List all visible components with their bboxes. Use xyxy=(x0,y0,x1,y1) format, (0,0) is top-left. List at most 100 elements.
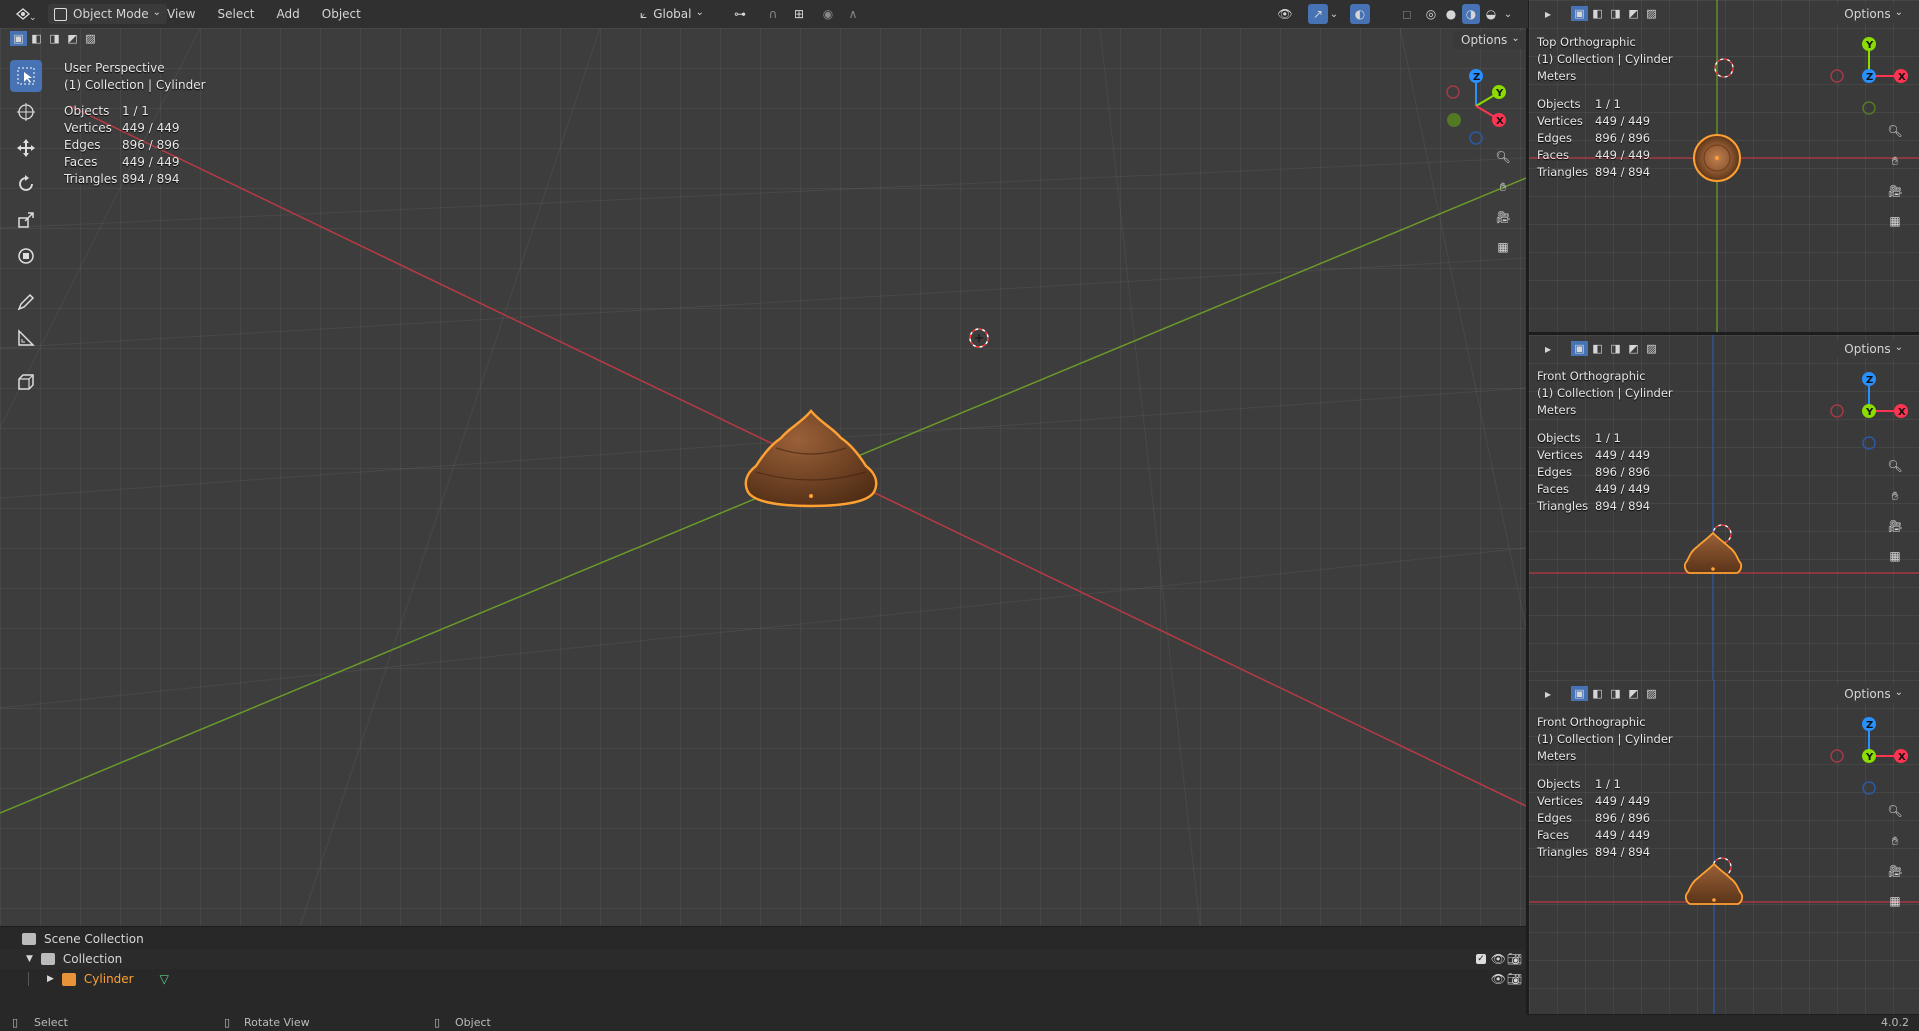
select-extend-icon[interactable]: ◧ xyxy=(1589,341,1606,356)
rendered-shading-icon[interactable]: ◒ xyxy=(1482,4,1500,24)
material-shading-icon[interactable]: ◑ xyxy=(1462,4,1480,24)
zoom-icon[interactable]: 🔍︎ xyxy=(1884,120,1906,142)
menu-select[interactable]: Select xyxy=(217,7,254,21)
front-ortho-viewport-2[interactable]: ▸ ▣ ◧ ◨ ◩ ▨ Options Front Orthographic (… xyxy=(1529,680,1919,1014)
select-mode-buttons: ▣ ◧ ◨ ◩ ▨ xyxy=(10,31,99,46)
select-extend-icon[interactable]: ◧ xyxy=(1589,686,1606,701)
select-new-icon[interactable]: ▣ xyxy=(1571,686,1588,701)
front-options-button-2[interactable]: Options xyxy=(1836,685,1911,703)
pivot-point-button[interactable]: ⊶ xyxy=(726,5,754,23)
expand-arrow-icon[interactable]: ▶ xyxy=(47,974,54,984)
scale-tool[interactable] xyxy=(10,204,42,236)
viewport-type-icon[interactable]: ▸ xyxy=(1539,340,1557,358)
wireframe-shading-icon[interactable]: ◎ xyxy=(1422,4,1440,24)
collapse-arrow-icon[interactable]: ▼ xyxy=(26,954,33,964)
hand-pan-icon[interactable]: ✋︎ xyxy=(1884,830,1906,852)
zoom-icon[interactable]: 🔍︎ xyxy=(1492,146,1514,168)
select-invert-icon[interactable]: ◩ xyxy=(1625,686,1642,701)
outliner-object-row[interactable]: ▶ Cylinder ▽ 👁 📷︎ xyxy=(0,969,1526,989)
menu-add[interactable]: Add xyxy=(277,7,300,21)
solid-shading-icon[interactable]: ● xyxy=(1442,4,1460,24)
snap-target-button[interactable]: ⊞ xyxy=(786,5,812,23)
exclude-checkbox[interactable]: ✓ xyxy=(1476,954,1486,964)
select-extend-icon[interactable]: ◧ xyxy=(28,31,45,46)
ortho-grid-icon[interactable]: ▦ xyxy=(1884,890,1906,912)
camera-icon[interactable]: 🎥︎ xyxy=(1884,860,1906,882)
zoom-icon[interactable]: 🔍︎ xyxy=(1884,455,1906,477)
shading-dropdown-icon[interactable]: ⌄ xyxy=(1502,4,1514,24)
hand-pan-icon[interactable]: ✋︎ xyxy=(1884,485,1906,507)
camera-icon[interactable]: 🎥︎ xyxy=(1884,180,1906,202)
top-ortho-viewport[interactable]: ▸ ▣ ◧ ◨ ◩ ▨ Options Top Orthographic (1)… xyxy=(1529,0,1919,332)
visibility-dropdown[interactable]: 👁 xyxy=(1270,5,1300,23)
camera-icon[interactable]: 🎥︎ xyxy=(1492,206,1514,228)
navigation-gizmo-front-2[interactable]: Z Y X xyxy=(1829,716,1909,796)
menu-object[interactable]: Object xyxy=(322,7,361,21)
overlay-toggle[interactable]: ◐ xyxy=(1350,4,1370,24)
add-cube-icon xyxy=(18,374,34,390)
transform-tool[interactable] xyxy=(10,240,42,272)
select-box-tool[interactable] xyxy=(10,60,42,92)
hand-pan-icon[interactable]: ✋︎ xyxy=(1884,150,1906,172)
viewport-type-icon[interactable]: ▸ xyxy=(1539,685,1557,703)
active-collection: (1) Collection | Cylinder xyxy=(1537,386,1673,400)
select-intersect-icon[interactable]: ▨ xyxy=(1643,341,1660,356)
object-eye-icon[interactable]: 👁 xyxy=(1491,972,1506,986)
main-viewport[interactable]: ▣ ◧ ◨ ◩ ▨ Options User Perspective (1) C… xyxy=(0,28,1526,926)
gizmo-toggle[interactable]: ↗ xyxy=(1308,4,1328,24)
hand-pan-icon[interactable]: ✋︎ xyxy=(1492,176,1514,198)
camera-icon[interactable]: 🎥︎ xyxy=(1884,515,1906,537)
cursor-tool[interactable] xyxy=(10,96,42,128)
menu-view[interactable]: View xyxy=(167,7,195,21)
move-tool[interactable] xyxy=(10,132,42,164)
select-invert-icon[interactable]: ◩ xyxy=(1625,6,1642,21)
render-camera-icon[interactable]: 📷︎ xyxy=(1507,952,1522,966)
gizmo-y-label: Y xyxy=(1865,407,1874,418)
outliner-collection-row[interactable]: ▼ Collection ✓ 👁 📷︎ xyxy=(0,949,1526,969)
gizmo-x-label: X xyxy=(1898,752,1906,763)
editor-type-button[interactable]: ⌄ xyxy=(10,5,40,23)
transform-orientation-dropdown[interactable]: ⟀ Global xyxy=(640,5,704,23)
ortho-grid-icon[interactable]: ▦ xyxy=(1884,210,1906,232)
select-subtract-icon[interactable]: ◨ xyxy=(1607,6,1624,21)
annotate-tool[interactable] xyxy=(10,286,42,318)
measure-tool[interactable] xyxy=(10,322,42,354)
select-intersect-icon[interactable]: ▨ xyxy=(1643,686,1660,701)
select-new-icon[interactable]: ▣ xyxy=(1571,6,1588,21)
select-invert-icon[interactable]: ◩ xyxy=(64,31,81,46)
select-intersect-icon[interactable]: ▨ xyxy=(82,31,99,46)
front-options-button-1[interactable]: Options xyxy=(1836,340,1911,358)
viewport-options-button[interactable]: Options xyxy=(1453,31,1526,49)
add-cube-tool[interactable] xyxy=(10,366,42,398)
falloff-button[interactable]: ∧ xyxy=(840,5,866,23)
select-new-icon[interactable]: ▣ xyxy=(10,31,27,46)
outliner-scene-collection[interactable]: Scene Collection xyxy=(22,929,1526,949)
gizmo-z-label: Z xyxy=(1473,72,1480,83)
select-subtract-icon[interactable]: ◨ xyxy=(1607,341,1624,356)
front-ortho-viewport-1[interactable]: ▸ ▣ ◧ ◨ ◩ ▨ Options Front Orthographic (… xyxy=(1529,335,1919,680)
gizmo-dropdown[interactable]: ⌄ xyxy=(1328,5,1340,23)
rotate-tool[interactable] xyxy=(10,168,42,200)
front-ortho-header-1: ▸ ▣ ◧ ◨ ◩ ▨ Options xyxy=(1529,335,1919,363)
stat-triangles: Triangles 894 / 894 xyxy=(1537,845,1651,859)
xray-toggle[interactable]: ◻ xyxy=(1398,5,1416,23)
mode-dropdown[interactable]: Object Mode xyxy=(48,4,167,24)
navigation-gizmo[interactable]: Z Y X xyxy=(1440,66,1520,146)
select-extend-icon[interactable]: ◧ xyxy=(1589,6,1606,21)
object-render-icon[interactable]: 📷︎ xyxy=(1507,972,1522,986)
perspective-grid-icon[interactable]: ▦ xyxy=(1492,236,1514,258)
top-options-button[interactable]: Options xyxy=(1836,5,1911,23)
select-subtract-icon[interactable]: ◨ xyxy=(46,31,63,46)
select-invert-icon[interactable]: ◩ xyxy=(1625,341,1642,356)
viewport-type-icon[interactable]: ▸ xyxy=(1539,5,1557,23)
zoom-icon[interactable]: 🔍︎ xyxy=(1884,800,1906,822)
ortho-grid-icon[interactable]: ▦ xyxy=(1884,545,1906,567)
select-subtract-icon[interactable]: ◨ xyxy=(1607,686,1624,701)
snap-button[interactable]: ∩ xyxy=(762,5,784,23)
eye-icon[interactable]: 👁 xyxy=(1491,952,1506,966)
proportional-edit-button[interactable]: ◉ xyxy=(818,5,838,23)
navigation-gizmo-front-1[interactable]: Z Y X xyxy=(1829,371,1909,451)
navigation-gizmo-top[interactable]: Y Z X xyxy=(1829,36,1909,116)
select-intersect-icon[interactable]: ▨ xyxy=(1643,6,1660,21)
select-new-icon[interactable]: ▣ xyxy=(1571,341,1588,356)
